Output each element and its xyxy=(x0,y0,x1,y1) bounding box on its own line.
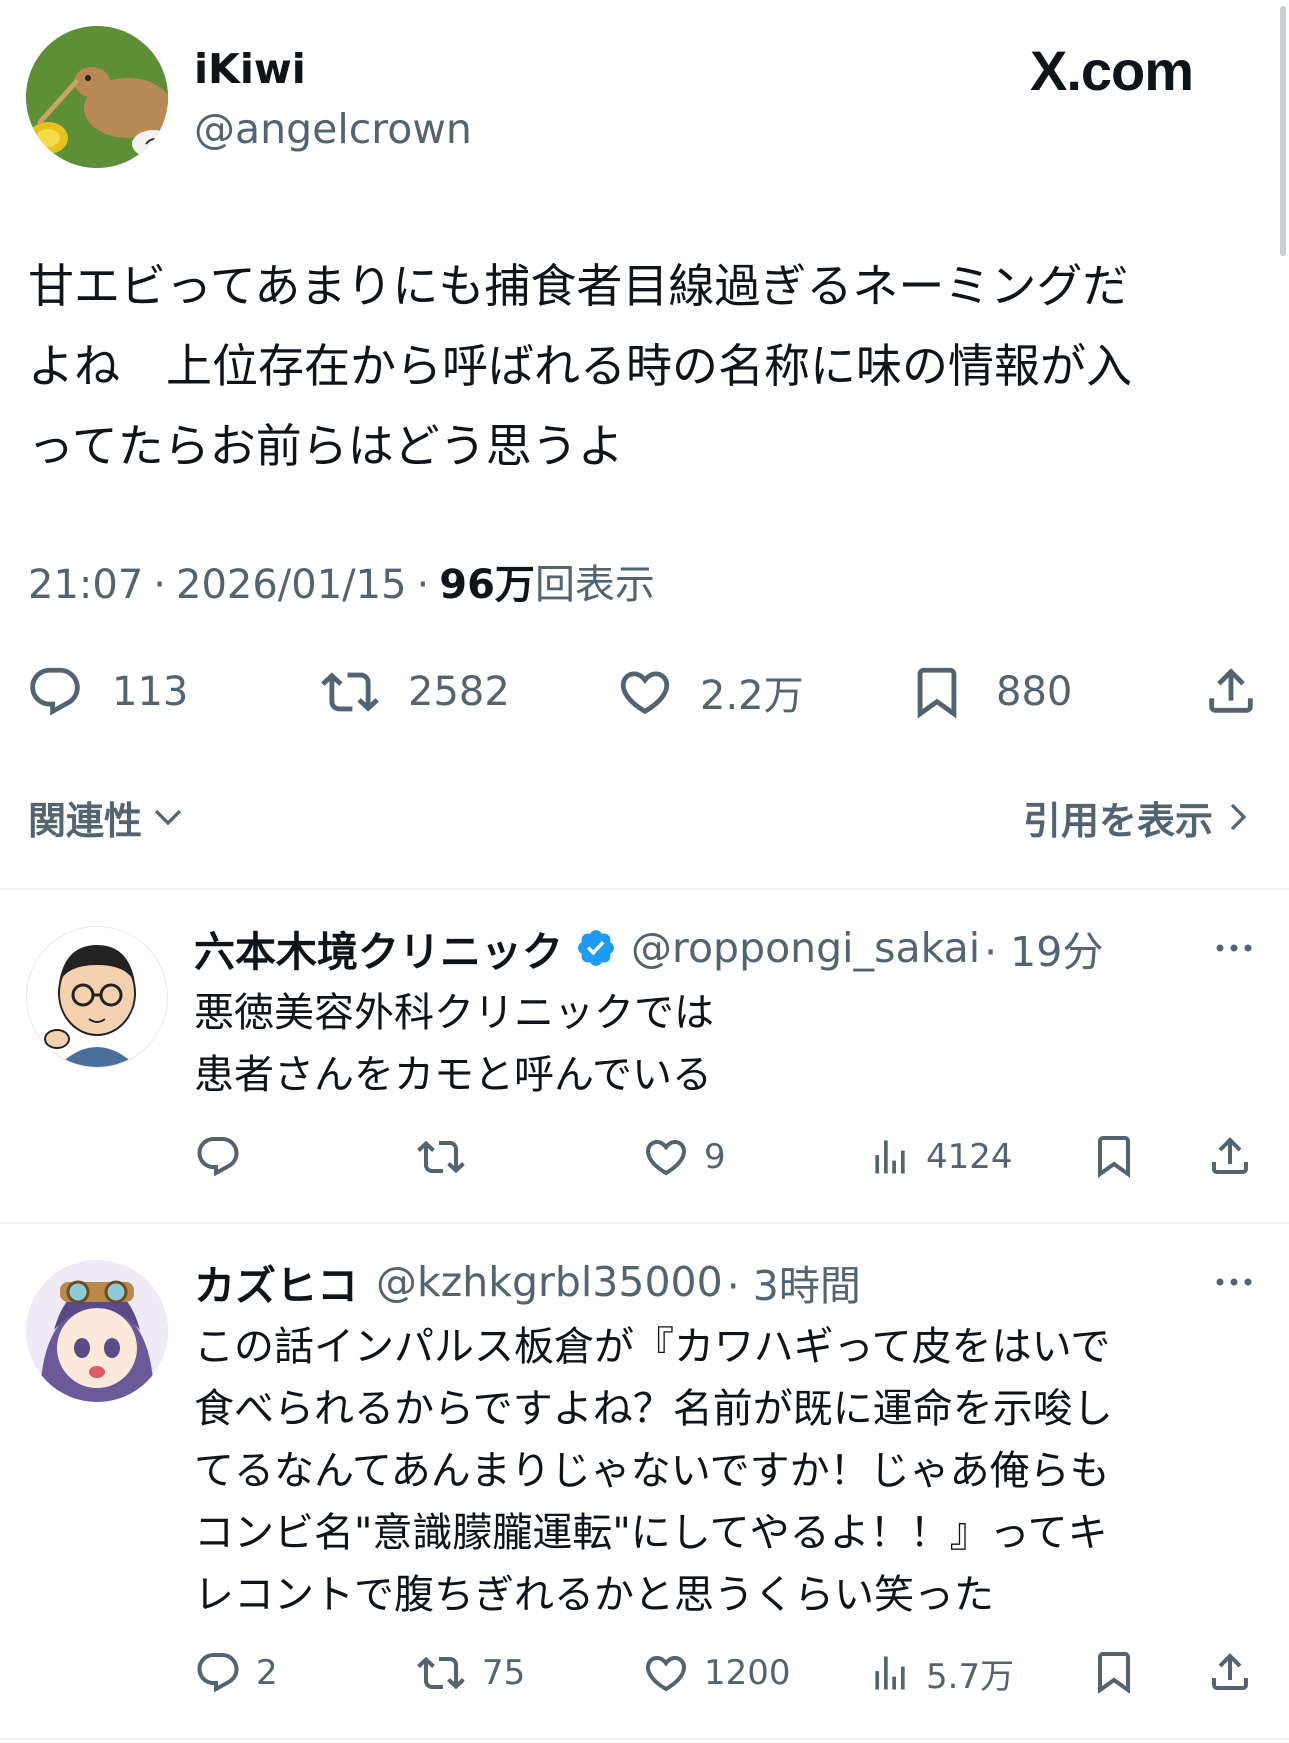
like-button[interactable]: 9 xyxy=(642,1132,726,1182)
meta-separator: · xyxy=(153,562,166,608)
x-brand-label: X.com xyxy=(1030,38,1194,102)
reply-display-name[interactable]: 六本木境クリニック xyxy=(194,918,563,978)
views-count: 4124 xyxy=(926,1137,1013,1177)
reply-count: 113 xyxy=(112,669,189,715)
view-count-value: 96万 xyxy=(439,562,535,608)
reply-text-line: てるなんてあんまりじゃないですか！じゃあ俺らも xyxy=(194,1448,1110,1494)
reply-header: カズヒコ @kzhkgrbl35000 · 3時間 xyxy=(194,1254,861,1310)
meta-separator: · xyxy=(416,562,430,608)
views-button[interactable]: 5.7万 xyxy=(868,1648,1014,1698)
bookmark-icon[interactable] xyxy=(1090,1648,1138,1696)
doctor-illustration xyxy=(27,927,167,1067)
reply-avatar[interactable] xyxy=(26,926,168,1068)
sort-label: 関連性 xyxy=(28,798,143,843)
author-avatar[interactable] xyxy=(26,26,168,168)
bookmark-button[interactable]: 880 xyxy=(908,662,1072,722)
like-count: 9 xyxy=(704,1137,726,1177)
like-icon xyxy=(642,1649,690,1697)
views-count: 5.7万 xyxy=(926,1656,1015,1697)
tweet-meta: 21:07 · 2026/01/15 · 96万 回表示 xyxy=(28,560,655,610)
like-button[interactable]: 2.2万 xyxy=(616,662,804,722)
author-display-name[interactable]: iKiwi xyxy=(194,44,306,94)
reply-text: この話インパルス板倉が『カワハギって皮をはいで 食べられるからですよね？名前が既… xyxy=(194,1316,1113,1626)
views-button[interactable]: 4124 xyxy=(868,1132,1013,1182)
reply-text-line: レコントで腹ちぎれるかと思うくらい笑った xyxy=(194,1572,994,1618)
retweet-button[interactable]: 2582 xyxy=(318,662,510,722)
like-count: 1200 xyxy=(704,1653,791,1693)
more-icon[interactable] xyxy=(1212,1262,1256,1302)
tweet-date[interactable]: 2026/01/15 xyxy=(176,560,407,610)
reply-avatar[interactable] xyxy=(26,1260,168,1402)
like-icon xyxy=(642,1133,690,1181)
reply-header: 六本木境クリニック @roppongi_sakai · 19分 xyxy=(194,920,1103,976)
reply-text-line: 患者さんをカモと呼んでいる xyxy=(194,1052,712,1098)
chevron-right-icon xyxy=(1223,799,1253,835)
author-handle[interactable]: @angelcrown xyxy=(194,104,472,154)
retweet-count: 2582 xyxy=(408,669,510,715)
retweet-count: 75 xyxy=(482,1653,526,1693)
tweet-text-line: よね 上位存在から呼ばれる時の名称に味の情報が入 xyxy=(28,339,1132,393)
anime-girl-illustration xyxy=(26,1260,168,1402)
divider xyxy=(0,1222,1289,1224)
reply-icon xyxy=(26,663,84,721)
reply-handle[interactable]: @kzhkgrbl35000 xyxy=(376,1258,723,1306)
retweet-button[interactable] xyxy=(414,1132,482,1182)
bookmark-icon[interactable] xyxy=(1090,1132,1138,1180)
x-brand-logo: X.com xyxy=(1030,38,1194,102)
verified-icon xyxy=(575,927,617,969)
view-quotes-label: 引用を表示 xyxy=(1022,798,1213,843)
reply-button[interactable] xyxy=(194,1132,256,1182)
view-count-label: 回表示 xyxy=(534,562,655,608)
reply-text: 悪徳美容外科クリニックでは 患者さんをカモと呼んでいる xyxy=(194,982,714,1106)
reply-count: 2 xyxy=(256,1653,278,1693)
reply-handle[interactable]: @roppongi_sakai xyxy=(631,924,980,972)
scrollbar[interactable] xyxy=(1279,0,1289,280)
tweet-text-line: 甘エビってあまりにも捕食者目線過ぎるネーミングだ xyxy=(28,259,1129,313)
reply-age[interactable]: · 3時間 xyxy=(727,1252,861,1312)
share-icon[interactable] xyxy=(1206,1648,1254,1696)
like-icon xyxy=(616,663,674,721)
retweet-button[interactable]: 75 xyxy=(414,1648,525,1698)
reply-age[interactable]: · 19分 xyxy=(984,918,1103,978)
chevron-down-icon xyxy=(150,799,186,835)
tweet-text: 甘エビってあまりにも捕食者目線過ぎるネーミングだ よね 上位存在から呼ばれる時の… xyxy=(28,246,1268,486)
bookmark-count: 880 xyxy=(996,669,1073,715)
like-button[interactable]: 1200 xyxy=(642,1648,791,1698)
reply-icon xyxy=(194,1133,242,1181)
reply-display-name[interactable]: カズヒコ xyxy=(194,1252,358,1312)
reply-icon xyxy=(194,1649,242,1697)
share-icon[interactable] xyxy=(1206,1132,1254,1180)
retweet-icon xyxy=(414,1133,468,1181)
reply-button[interactable]: 113 xyxy=(26,662,188,722)
view-quotes-link[interactable]: 引用を表示 xyxy=(1022,792,1253,843)
like-count: 2.2万 xyxy=(700,673,804,719)
sort-dropdown[interactable]: 関連性 xyxy=(28,792,186,843)
retweet-icon xyxy=(318,663,382,721)
views-icon xyxy=(868,1133,912,1181)
more-icon[interactable] xyxy=(1212,928,1256,968)
views-icon xyxy=(868,1649,912,1697)
share-icon[interactable] xyxy=(1202,662,1260,720)
reply-text-line: この話インパルス板倉が『カワハギって皮をはいで xyxy=(194,1324,1111,1370)
bookmark-icon xyxy=(908,663,966,721)
reply-text-line: 食べられるからですよね？名前が既に運命を示唆し xyxy=(194,1386,1113,1432)
tweet-text-line: ってたらお前らはどう思うよ xyxy=(28,419,624,473)
kiwi-illustration xyxy=(26,26,168,168)
divider xyxy=(0,1738,1289,1740)
divider xyxy=(0,888,1289,890)
reply-text-line: コンビ名"意識朦朧運転"にしてやるよ！！』ってキ xyxy=(194,1510,1108,1556)
tweet-time[interactable]: 21:07 xyxy=(28,560,143,610)
reply-button[interactable]: 2 xyxy=(194,1648,278,1698)
reply-text-line: 悪徳美容外科クリニックでは xyxy=(194,990,714,1036)
retweet-icon xyxy=(414,1649,468,1697)
